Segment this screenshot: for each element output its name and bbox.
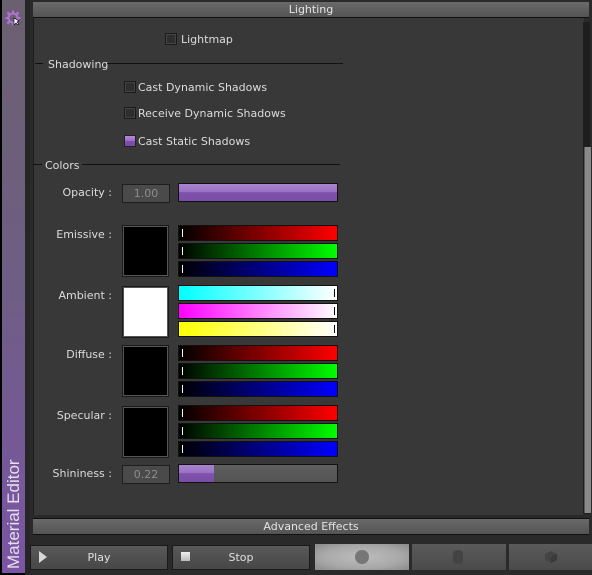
- slider-handle[interactable]: [182, 229, 183, 237]
- play-icon: [39, 551, 47, 563]
- section-line: [107, 63, 343, 64]
- cast-static-shadows-checkbox[interactable]: [124, 135, 136, 147]
- sphere-icon: [355, 550, 369, 564]
- sidebar-title: Material Editor: [4, 459, 23, 569]
- ambient-green-slider[interactable]: [178, 303, 338, 319]
- opacity-slider[interactable]: [178, 183, 338, 202]
- specular-label: Specular :: [56, 409, 112, 422]
- specular-green-slider[interactable]: [178, 423, 338, 439]
- cast-static-shadows-label: Cast Static Shadows: [138, 135, 251, 148]
- slider-handle[interactable]: [182, 247, 183, 255]
- specular-red-slider[interactable]: [178, 405, 338, 421]
- section-line: [35, 63, 43, 64]
- cast-dynamic-shadows-label: Cast Dynamic Shadows: [138, 81, 268, 94]
- opacity-label: Opacity :: [62, 186, 112, 199]
- diffuse-green-slider[interactable]: [178, 363, 338, 379]
- advanced-effects-header[interactable]: Advanced Effects: [33, 518, 589, 535]
- diffuse-swatch[interactable]: [122, 345, 169, 397]
- slider-handle[interactable]: [334, 307, 335, 315]
- diffuse-red-slider[interactable]: [178, 345, 338, 361]
- receive-dynamic-shadows-checkbox[interactable]: [124, 107, 136, 119]
- shininess-slider-fill: [179, 465, 214, 482]
- shadowing-title: Shadowing: [48, 58, 109, 71]
- emissive-label: Emissive :: [56, 228, 112, 241]
- cube-icon: [545, 551, 557, 563]
- lightmap-label: Lightmap: [181, 33, 233, 46]
- cylinder-icon: [453, 550, 463, 564]
- preview-cube-button[interactable]: [509, 544, 592, 570]
- slider-handle[interactable]: [182, 427, 183, 435]
- ambient-blue-slider[interactable]: [178, 321, 338, 337]
- sidebar: Material Editor: [2, 0, 25, 573]
- slider-handle[interactable]: [334, 289, 335, 297]
- slider-handle[interactable]: [182, 409, 183, 417]
- section-line: [33, 164, 42, 165]
- slider-handle[interactable]: [182, 445, 183, 453]
- diffuse-label: Diffuse :: [66, 348, 112, 361]
- stop-button[interactable]: Stop: [172, 545, 310, 570]
- emissive-red-slider[interactable]: [178, 225, 338, 241]
- shininess-slider[interactable]: [178, 464, 338, 483]
- preview-cylinder-button[interactable]: [412, 544, 506, 570]
- stop-label: Stop: [228, 551, 254, 564]
- gear-icon[interactable]: [5, 10, 21, 26]
- emissive-swatch[interactable]: [122, 225, 169, 277]
- opacity-slider-fill: [179, 184, 337, 201]
- receive-dynamic-shadows-label: Receive Dynamic Shadows: [138, 107, 286, 120]
- slider-handle[interactable]: [182, 367, 183, 375]
- colors-title: Colors: [45, 159, 80, 172]
- opacity-input[interactable]: 1.00: [122, 184, 170, 203]
- ambient-red-slider[interactable]: [178, 285, 338, 301]
- shininess-label: Shininess :: [52, 467, 112, 480]
- slider-handle[interactable]: [182, 349, 183, 357]
- section-line: [82, 164, 340, 165]
- diffuse-blue-slider[interactable]: [178, 381, 338, 397]
- ambient-swatch[interactable]: [122, 286, 169, 338]
- lightmap-checkbox[interactable]: [165, 33, 177, 45]
- emissive-green-slider[interactable]: [178, 243, 338, 259]
- preview-sphere-button[interactable]: [315, 544, 409, 570]
- ambient-label: Ambient :: [58, 289, 112, 302]
- lighting-header[interactable]: Lighting: [33, 2, 589, 18]
- play-button[interactable]: Play: [30, 545, 168, 570]
- scrollbar-thumb[interactable]: [584, 147, 591, 513]
- specular-swatch[interactable]: [122, 406, 169, 458]
- stop-icon: [181, 552, 190, 561]
- cast-dynamic-shadows-checkbox[interactable]: [124, 81, 136, 93]
- slider-handle[interactable]: [334, 325, 335, 333]
- emissive-blue-slider[interactable]: [178, 261, 338, 277]
- specular-blue-slider[interactable]: [178, 441, 338, 457]
- play-label: Play: [87, 551, 111, 564]
- shininess-input[interactable]: 0.22: [122, 465, 170, 484]
- slider-handle[interactable]: [182, 265, 183, 273]
- slider-handle[interactable]: [182, 385, 183, 393]
